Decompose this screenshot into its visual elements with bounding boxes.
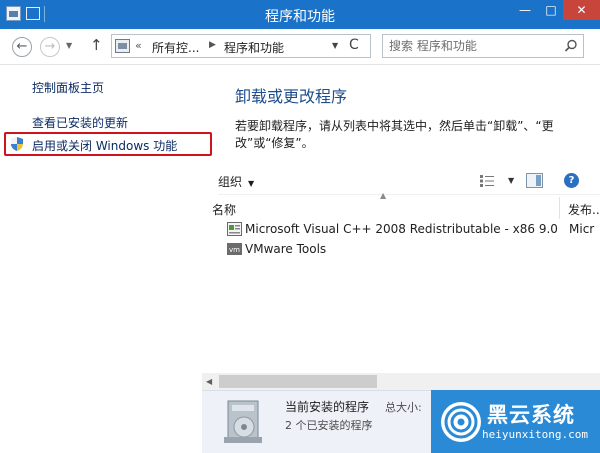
search-box[interactable]	[382, 34, 584, 58]
watermark-name: 黑云系统	[487, 403, 575, 427]
watermark-url: heiyunxitong.com	[482, 428, 588, 441]
details-program-count: 2 个已安装的程序	[285, 419, 373, 432]
details-total-size: 总大小:	[385, 401, 422, 414]
command-bar: 组织 ▼ ▼ ?	[218, 167, 600, 195]
forward-button[interactable]: →	[40, 37, 60, 57]
windows-features-link[interactable]: 启用或关闭 Windows 功能	[4, 132, 212, 156]
search-icon[interactable]	[564, 39, 578, 53]
site-watermark: 黑云系统 heiyunxitong.com	[431, 390, 600, 453]
sort-ascending-icon: ▲	[380, 191, 387, 200]
navigation-bar: ← → ▼ ↑ « 所有控... ▶ 程序和功能 ▼ C	[0, 29, 600, 65]
column-header-name[interactable]: 名称	[212, 201, 236, 218]
view-options-icon[interactable]	[480, 175, 494, 187]
up-button[interactable]: ↑	[90, 36, 103, 54]
details-title: 当前安装的程序	[285, 400, 370, 414]
maximize-button[interactable]: □	[537, 0, 565, 20]
scroll-left-icon[interactable]: ◀	[206, 377, 212, 386]
control-panel-home-link[interactable]: 控制面板主页	[32, 79, 104, 96]
shield-icon	[11, 137, 23, 151]
close-button[interactable]: ✕	[563, 0, 600, 20]
installer-icon	[227, 222, 242, 236]
page-title: 卸载或更改程序	[235, 87, 348, 106]
preview-pane-icon[interactable]	[526, 173, 543, 188]
address-dropdown-icon[interactable]: ▼	[332, 41, 338, 50]
scrollbar-thumb[interactable]	[219, 375, 377, 388]
page-description: 若要卸载程序，请从列表中将其选中，然后单击“卸载”、“更改”或“修复”。	[235, 119, 554, 150]
minimize-button[interactable]: —	[511, 0, 539, 20]
address-overflow-chevron[interactable]: «	[135, 39, 142, 52]
title-bar: 程序和功能 — □ ✕	[0, 0, 600, 29]
program-publisher: Micr	[569, 222, 595, 236]
address-bar[interactable]: « 所有控... ▶ 程序和功能 ▼ C	[111, 34, 371, 58]
organize-button[interactable]: 组织 ▼	[218, 173, 254, 190]
program-name: Microsoft Visual C++ 2008 Redistributabl…	[245, 222, 559, 236]
program-name: VMware Tools	[245, 242, 327, 256]
refresh-button[interactable]: C	[349, 37, 359, 53]
view-installed-updates-link[interactable]: 查看已安装的更新	[32, 114, 128, 131]
watermark-logo-icon	[441, 402, 481, 442]
table-row[interactable]: vm VMware Tools	[218, 240, 600, 259]
horizontal-scrollbar[interactable]: ◀	[202, 373, 600, 390]
breadcrumb-programs-features[interactable]: 程序和功能	[224, 39, 284, 56]
svg-text:vm: vm	[229, 246, 240, 254]
vmware-icon: vm	[227, 243, 242, 255]
help-icon[interactable]: ?	[564, 173, 579, 188]
breadcrumb-all-control-panel[interactable]: 所有控...	[152, 39, 199, 56]
window-title: 程序和功能	[265, 9, 335, 25]
left-pane: 控制面板主页 查看已安装的更新 启用或关闭 Windows 功能	[0, 66, 218, 453]
breadcrumb-arrow-icon[interactable]: ▶	[209, 40, 216, 50]
back-button[interactable]: ←	[12, 37, 32, 57]
windows-features-label: 启用或关闭 Windows 功能	[32, 139, 178, 153]
search-input[interactable]	[389, 38, 559, 54]
installed-programs-icon	[224, 400, 262, 443]
column-header-publisher[interactable]: 发布...	[568, 201, 600, 218]
recent-locations-chevron-icon[interactable]: ▼	[66, 41, 72, 50]
column-header-row: 名称 ▲ 发布...	[212, 191, 600, 219]
control-panel-icon	[115, 39, 130, 53]
table-row[interactable]: Microsoft Visual C++ 2008 Redistributabl…	[218, 220, 600, 239]
chevron-down-icon: ▼	[248, 179, 255, 188]
view-dropdown-icon[interactable]: ▼	[508, 176, 514, 185]
column-divider[interactable]	[559, 197, 560, 219]
organize-label: 组织	[218, 175, 243, 189]
